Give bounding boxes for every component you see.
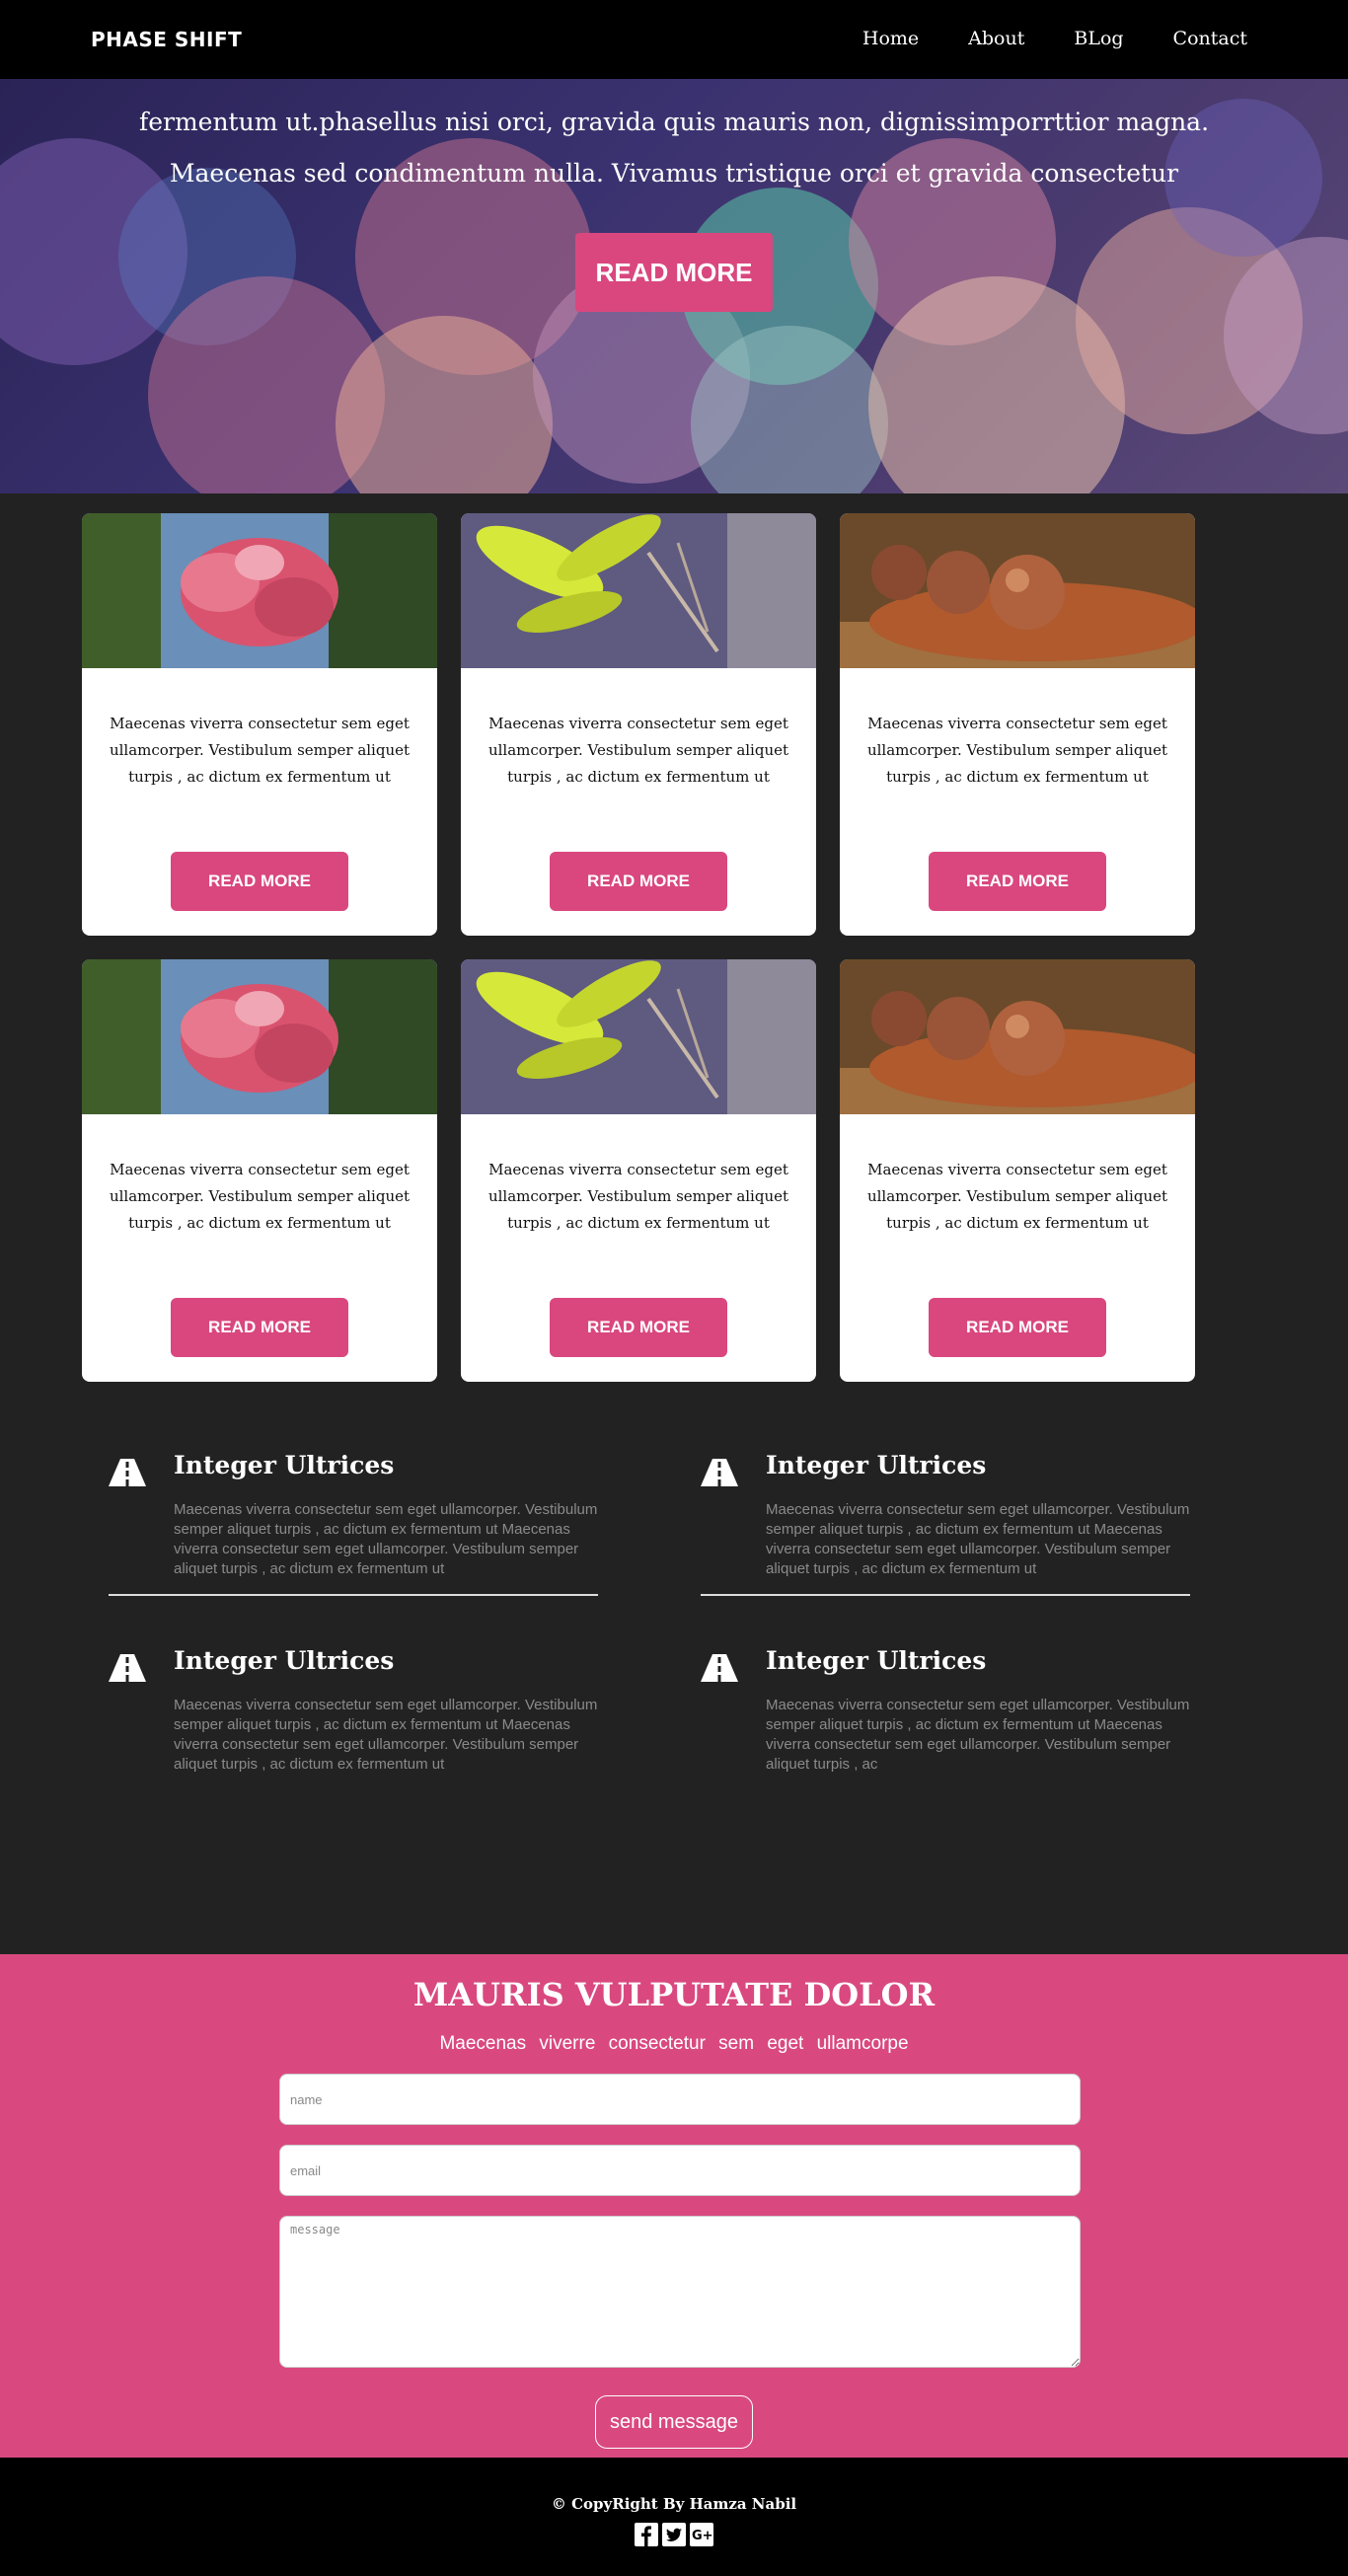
card-image-brown-seeds [840,513,1195,668]
card-read-more-button[interactable]: READ MORE [171,852,348,911]
name-field[interactable] [279,2074,1081,2125]
nav-link-home[interactable]: Home [862,28,919,49]
feature-title: Integer Ultrices [766,1451,987,1479]
card-read-more-button[interactable]: READ MORE [929,1298,1106,1357]
contact-title: MAURIS VULPUTATE DOLOR [412,1976,936,2013]
road-icon [701,1654,738,1682]
feature-text: Maecenas viverra consectetur sem eget ul… [766,1697,1190,1773]
card-text: Maecenas viverra consectetur sem eget ul… [487,715,789,786]
nav-link-contact[interactable]: Contact [1173,28,1247,49]
navbar: PHASE SHIFT Home About BLog Contact [0,0,1348,79]
card-image-pink-flower [82,513,437,668]
send-message-button[interactable]: send message [595,2395,753,2449]
card: Maecenas viverra consectetur sem eget ul… [82,513,437,936]
email-field[interactable] [279,2145,1081,2196]
feature-text: Maecenas viverra consectetur sem eget ul… [766,1501,1190,1577]
feature-title: Integer Ultrices [766,1646,987,1675]
road-icon [109,1654,146,1682]
divider [109,1594,598,1596]
card-text: Maecenas viverra consectetur sem eget ul… [109,715,411,786]
road-icon [109,1459,146,1486]
card: Maecenas viverra consectetur sem eget ul… [840,959,1195,1382]
feature-item: Integer Ultrices Maecenas viverra consec… [701,1451,1194,1589]
google-plus-icon[interactable]: G+ [690,2523,713,2546]
card-read-more-button[interactable]: READ MORE [550,852,727,911]
card-image-brown-seeds [840,959,1195,1114]
card-text: Maecenas viverra consectetur sem eget ul… [487,1161,789,1232]
card: Maecenas viverra consectetur sem eget ul… [461,959,816,1382]
card-read-more-button[interactable]: READ MORE [929,852,1106,911]
nav-link-about[interactable]: About [968,28,1024,49]
footer: © CopyRight By Hamza Nabil G+ [0,2458,1348,2576]
feature-item: Integer Ultrices Maecenas viverra consec… [701,1646,1194,1784]
card-read-more-button[interactable]: READ MORE [550,1298,727,1357]
hero-text: fermentum ut.phasellus nisi orci, gravid… [138,108,1210,188]
brand-logo[interactable]: PHASE SHIFT [91,28,242,51]
card-read-more-button[interactable]: READ MORE [171,1298,348,1357]
nav-links: Home About BLog Contact [813,28,1247,49]
hero-section: fermentum ut.phasellus nisi orci, gravid… [0,79,1348,493]
twitter-icon[interactable] [662,2523,686,2546]
feature-text: Maecenas viverra consectetur sem eget ul… [174,1501,598,1577]
card-text: Maecenas viverra consectetur sem eget ul… [866,715,1168,786]
card-text: Maecenas viverra consectetur sem eget ul… [866,1161,1168,1232]
feature-item: Integer Ultrices Maecenas viverra consec… [109,1451,602,1589]
feature-text: Maecenas viverra consectetur sem eget ul… [174,1697,598,1773]
card: Maecenas viverra consectetur sem eget ul… [82,959,437,1382]
nav-link-blog[interactable]: BLog [1074,28,1123,49]
feature-title: Integer Ultrices [174,1646,395,1675]
feature-title: Integer Ultrices [174,1451,395,1479]
facebook-icon[interactable] [635,2523,658,2546]
card-image-green-leaves [461,513,816,668]
card-text: Maecenas viverra consectetur sem eget ul… [109,1161,411,1232]
contact-section: MAURIS VULPUTATE DOLOR Maecenas viverre … [0,1954,1348,2458]
card-image-green-leaves [461,959,816,1114]
message-field[interactable] [279,2216,1081,2368]
svg-text:G+: G+ [692,2529,713,2543]
card-image-pink-flower [82,959,437,1114]
copyright-text: © CopyRight By Hamza Nabil [551,2495,797,2513]
divider [701,1594,1190,1596]
social-links: G+ [635,2523,713,2546]
road-icon [701,1459,738,1486]
contact-subtitle: Maecenas viverre consectetur sem eget ul… [439,2033,909,2054]
card: Maecenas viverra consectetur sem eget ul… [461,513,816,936]
card: Maecenas viverra consectetur sem eget ul… [840,513,1195,936]
hero-read-more-button[interactable]: READ MORE [575,233,773,312]
feature-item: Integer Ultrices Maecenas viverra consec… [109,1646,602,1784]
